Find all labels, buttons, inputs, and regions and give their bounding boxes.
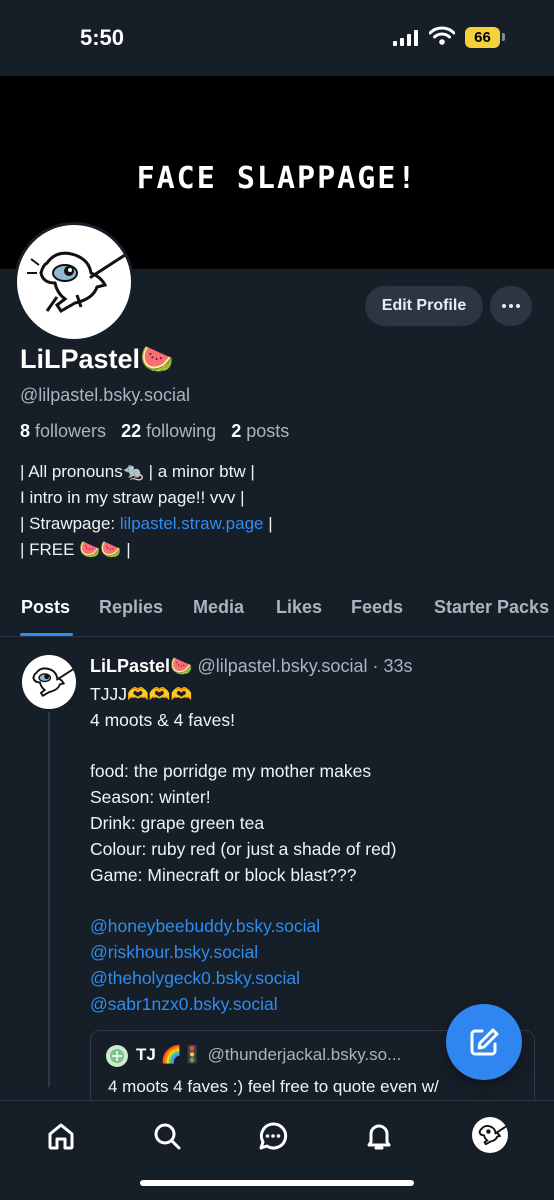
post-body[interactable]: TJJJ🫶🫶🫶 4 moots & 4 faves! food: the por… — [90, 682, 540, 1017]
post-line: Season: winter! — [90, 787, 211, 808]
mention-link[interactable]: @theholygeck0.bsky.social — [90, 966, 540, 992]
home-icon — [48, 1123, 74, 1150]
bell-icon — [367, 1124, 391, 1150]
chat-icon — [259, 1122, 288, 1150]
nav-search[interactable] — [150, 1119, 184, 1153]
status-bar: 5:50 66 — [0, 0, 554, 76]
tab-likes[interactable]: Likes — [276, 597, 322, 618]
bio-line: | FREE 🍉🍉 | — [20, 540, 131, 559]
followers-link[interactable]: 8 followers — [20, 421, 106, 441]
bio-line: | Strawpage: lilpastel.straw.page | — [20, 514, 273, 533]
nav-notifications[interactable] — [362, 1119, 396, 1153]
profile-tabs: Posts Replies Media Likes Feeds Starter … — [0, 590, 554, 637]
posts-count: 2 posts — [231, 421, 290, 441]
strawpage-link[interactable]: lilpastel.straw.page — [120, 514, 264, 533]
rat-drawing-icon — [478, 1124, 508, 1146]
tab-starter-packs[interactable]: Starter Packs — [434, 597, 549, 618]
battery-icon: 66 — [465, 26, 505, 48]
profile-stats: 8 followers 22 following 2 posts — [20, 421, 289, 442]
status-time: 5:50 — [80, 25, 125, 50]
tab-media[interactable]: Media — [193, 597, 244, 618]
profile-bio: | All pronouns🐀 | a minor btw | I intro … — [20, 459, 273, 563]
rat-drawing-icon — [27, 251, 127, 313]
home-indicator — [140, 1180, 414, 1186]
post-author-name[interactable]: LiLPastel🍉 — [90, 656, 192, 676]
edit-profile-button[interactable]: Edit Profile — [365, 286, 483, 326]
bio-line: | All pronouns🐀 | a minor btw | — [20, 462, 255, 481]
post-line: food: the porridge my mother makes — [90, 761, 372, 782]
post-line: Drink: grape green tea — [90, 812, 265, 833]
tab-replies[interactable]: Replies — [99, 597, 163, 618]
post-line: TJJJ🫶🫶🫶 — [90, 684, 193, 704]
mention-link[interactable]: @honeybeebuddy.bsky.social — [90, 914, 540, 940]
profile-handle: @lilpastel.bsky.social — [20, 385, 190, 405]
quote-author-avatar — [106, 1045, 128, 1067]
rat-drawing-icon — [32, 667, 75, 697]
search-icon — [154, 1123, 181, 1150]
quote-author-name: TJ 🌈🚦 — [136, 1045, 203, 1064]
nav-chat[interactable] — [256, 1119, 290, 1153]
active-tab-indicator — [20, 633, 73, 636]
post-line: Game: Minecraft or block blast??? — [90, 864, 357, 885]
banner-text: FACE SLAPPAGE! — [136, 161, 418, 196]
post-line — [90, 734, 540, 760]
tab-feeds[interactable]: Feeds — [351, 597, 403, 618]
display-name: LiLPastel🍉 — [20, 343, 174, 375]
more-options-button[interactable] — [490, 286, 532, 326]
post-line: 4 moots & 4 faves! — [90, 709, 235, 730]
bio-line: I intro in my straw page!! vvv | — [20, 488, 245, 507]
name-emoji: 🍉 — [140, 344, 174, 374]
quote-header: TJ 🌈🚦 @thunderjackal.bsky.so... — [136, 1045, 401, 1065]
post-line: Colour: ruby red (or just a shade of red… — [90, 838, 397, 859]
wifi-icon — [429, 26, 455, 45]
post-handle-time: @lilpastel.bsky.social · 33s — [197, 656, 413, 676]
post-author-avatar[interactable] — [22, 655, 76, 709]
following-link[interactable]: 22 following — [121, 421, 216, 441]
compose-icon — [470, 1028, 499, 1056]
profile-avatar[interactable] — [14, 222, 134, 342]
nav-home[interactable] — [44, 1119, 78, 1153]
mention-link[interactable]: @riskhour.bsky.social — [90, 940, 540, 966]
thread-line — [48, 712, 50, 1087]
signal-icon — [393, 30, 418, 46]
post-header: LiLPastel🍉 @lilpastel.bsky.social · 33s — [90, 656, 412, 677]
quote-handle: @thunderjackal.bsky.so... — [207, 1045, 402, 1064]
tab-posts[interactable]: Posts — [21, 597, 70, 618]
post-line — [90, 888, 540, 914]
nav-profile-avatar[interactable] — [472, 1117, 508, 1153]
compose-button[interactable] — [446, 1004, 522, 1080]
display-name-text: LiLPastel — [20, 344, 141, 374]
quote-text: 4 moots 4 faves :) feel free to quote ev… — [108, 1077, 439, 1096]
battery-level: 66 — [465, 26, 500, 48]
